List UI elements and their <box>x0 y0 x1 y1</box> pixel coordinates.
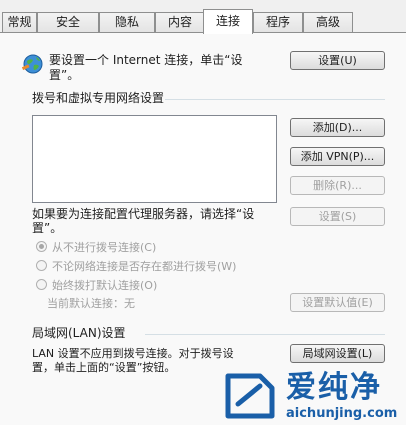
tab-security[interactable]: 安全 <box>37 12 99 33</box>
radio-always-dial[interactable]: 始终拨打默认连接(O) <box>36 279 157 293</box>
dialup-separator <box>165 99 385 100</box>
dialup-settings-button[interactable]: 设置(S) <box>290 207 385 226</box>
radio-dial-when-no-network-label: 不论网络连接是否存在都进行拨号(W) <box>52 260 237 273</box>
setup-description-line1: 要设置一个 Internet 连接，单击“设 <box>49 53 243 67</box>
aichunjing-watermark: 爱纯净 aichunjing.com <box>218 368 404 425</box>
radio-dial-when-no-network-indicator <box>36 260 47 271</box>
watermark-brand: 爱纯净 <box>286 370 382 405</box>
setup-description-line2: 置”。 <box>49 68 80 82</box>
lan-heading: 局域网(LAN)设置 <box>32 326 126 340</box>
internet-globe-icon <box>22 54 43 74</box>
lan-description-line1: LAN 设置不应用到拨号连接。对于拨号设 <box>32 347 234 360</box>
tab-strip: 常规 安全 隐私 内容 连接 程序 高级 <box>0 9 406 34</box>
watermark-logo-icon <box>225 373 275 419</box>
radio-always-dial-label: 始终拨打默认连接(O) <box>52 279 158 292</box>
proxy-description-line2: 置”。 <box>32 221 63 235</box>
radio-always-dial-indicator <box>36 279 47 290</box>
add-vpn-button[interactable]: 添加 VPN(P)... <box>290 147 385 166</box>
lan-settings-button[interactable]: 局域网设置(L) <box>290 344 385 363</box>
current-default-label: 当前默认连接： <box>47 297 124 310</box>
tab-privacy[interactable]: 隐私 <box>99 12 155 33</box>
radio-never-dial-indicator <box>36 241 47 252</box>
add-connection-button[interactable]: 添加(D)... <box>290 118 385 137</box>
radio-dial-when-no-network[interactable]: 不论网络连接是否存在都进行拨号(W) <box>36 260 236 274</box>
tab-advanced[interactable]: 高级 <box>303 12 353 33</box>
current-default-value: 无 <box>124 297 135 310</box>
tab-connections[interactable]: 连接 <box>203 9 253 34</box>
lan-description-line2: 置，单击上面的“设置”按钮。 <box>32 361 176 374</box>
dialup-heading: 拨号和虚拟专用网络设置 <box>32 91 165 105</box>
setup-button[interactable]: 设置(U) <box>290 51 385 70</box>
remove-connection-button[interactable]: 删除(R)... <box>290 176 385 195</box>
proxy-description-line1: 如果要为连接配置代理服务器，请选择“设 <box>32 207 255 221</box>
tab-general[interactable]: 常规 <box>2 12 37 33</box>
current-default-connection: 当前默认连接：无 <box>47 296 135 311</box>
radio-never-dial[interactable]: 从不进行拨号连接(C) <box>36 241 156 255</box>
radio-never-dial-label: 从不进行拨号连接(C) <box>52 241 157 254</box>
set-default-button[interactable]: 设置默认值(E) <box>290 293 385 312</box>
tab-content[interactable]: 内容 <box>155 12 205 33</box>
connections-listbox[interactable] <box>32 115 277 203</box>
tab-programs[interactable]: 程序 <box>253 12 303 33</box>
watermark-url: aichunjing.com <box>286 406 398 421</box>
lan-separator <box>145 334 385 335</box>
